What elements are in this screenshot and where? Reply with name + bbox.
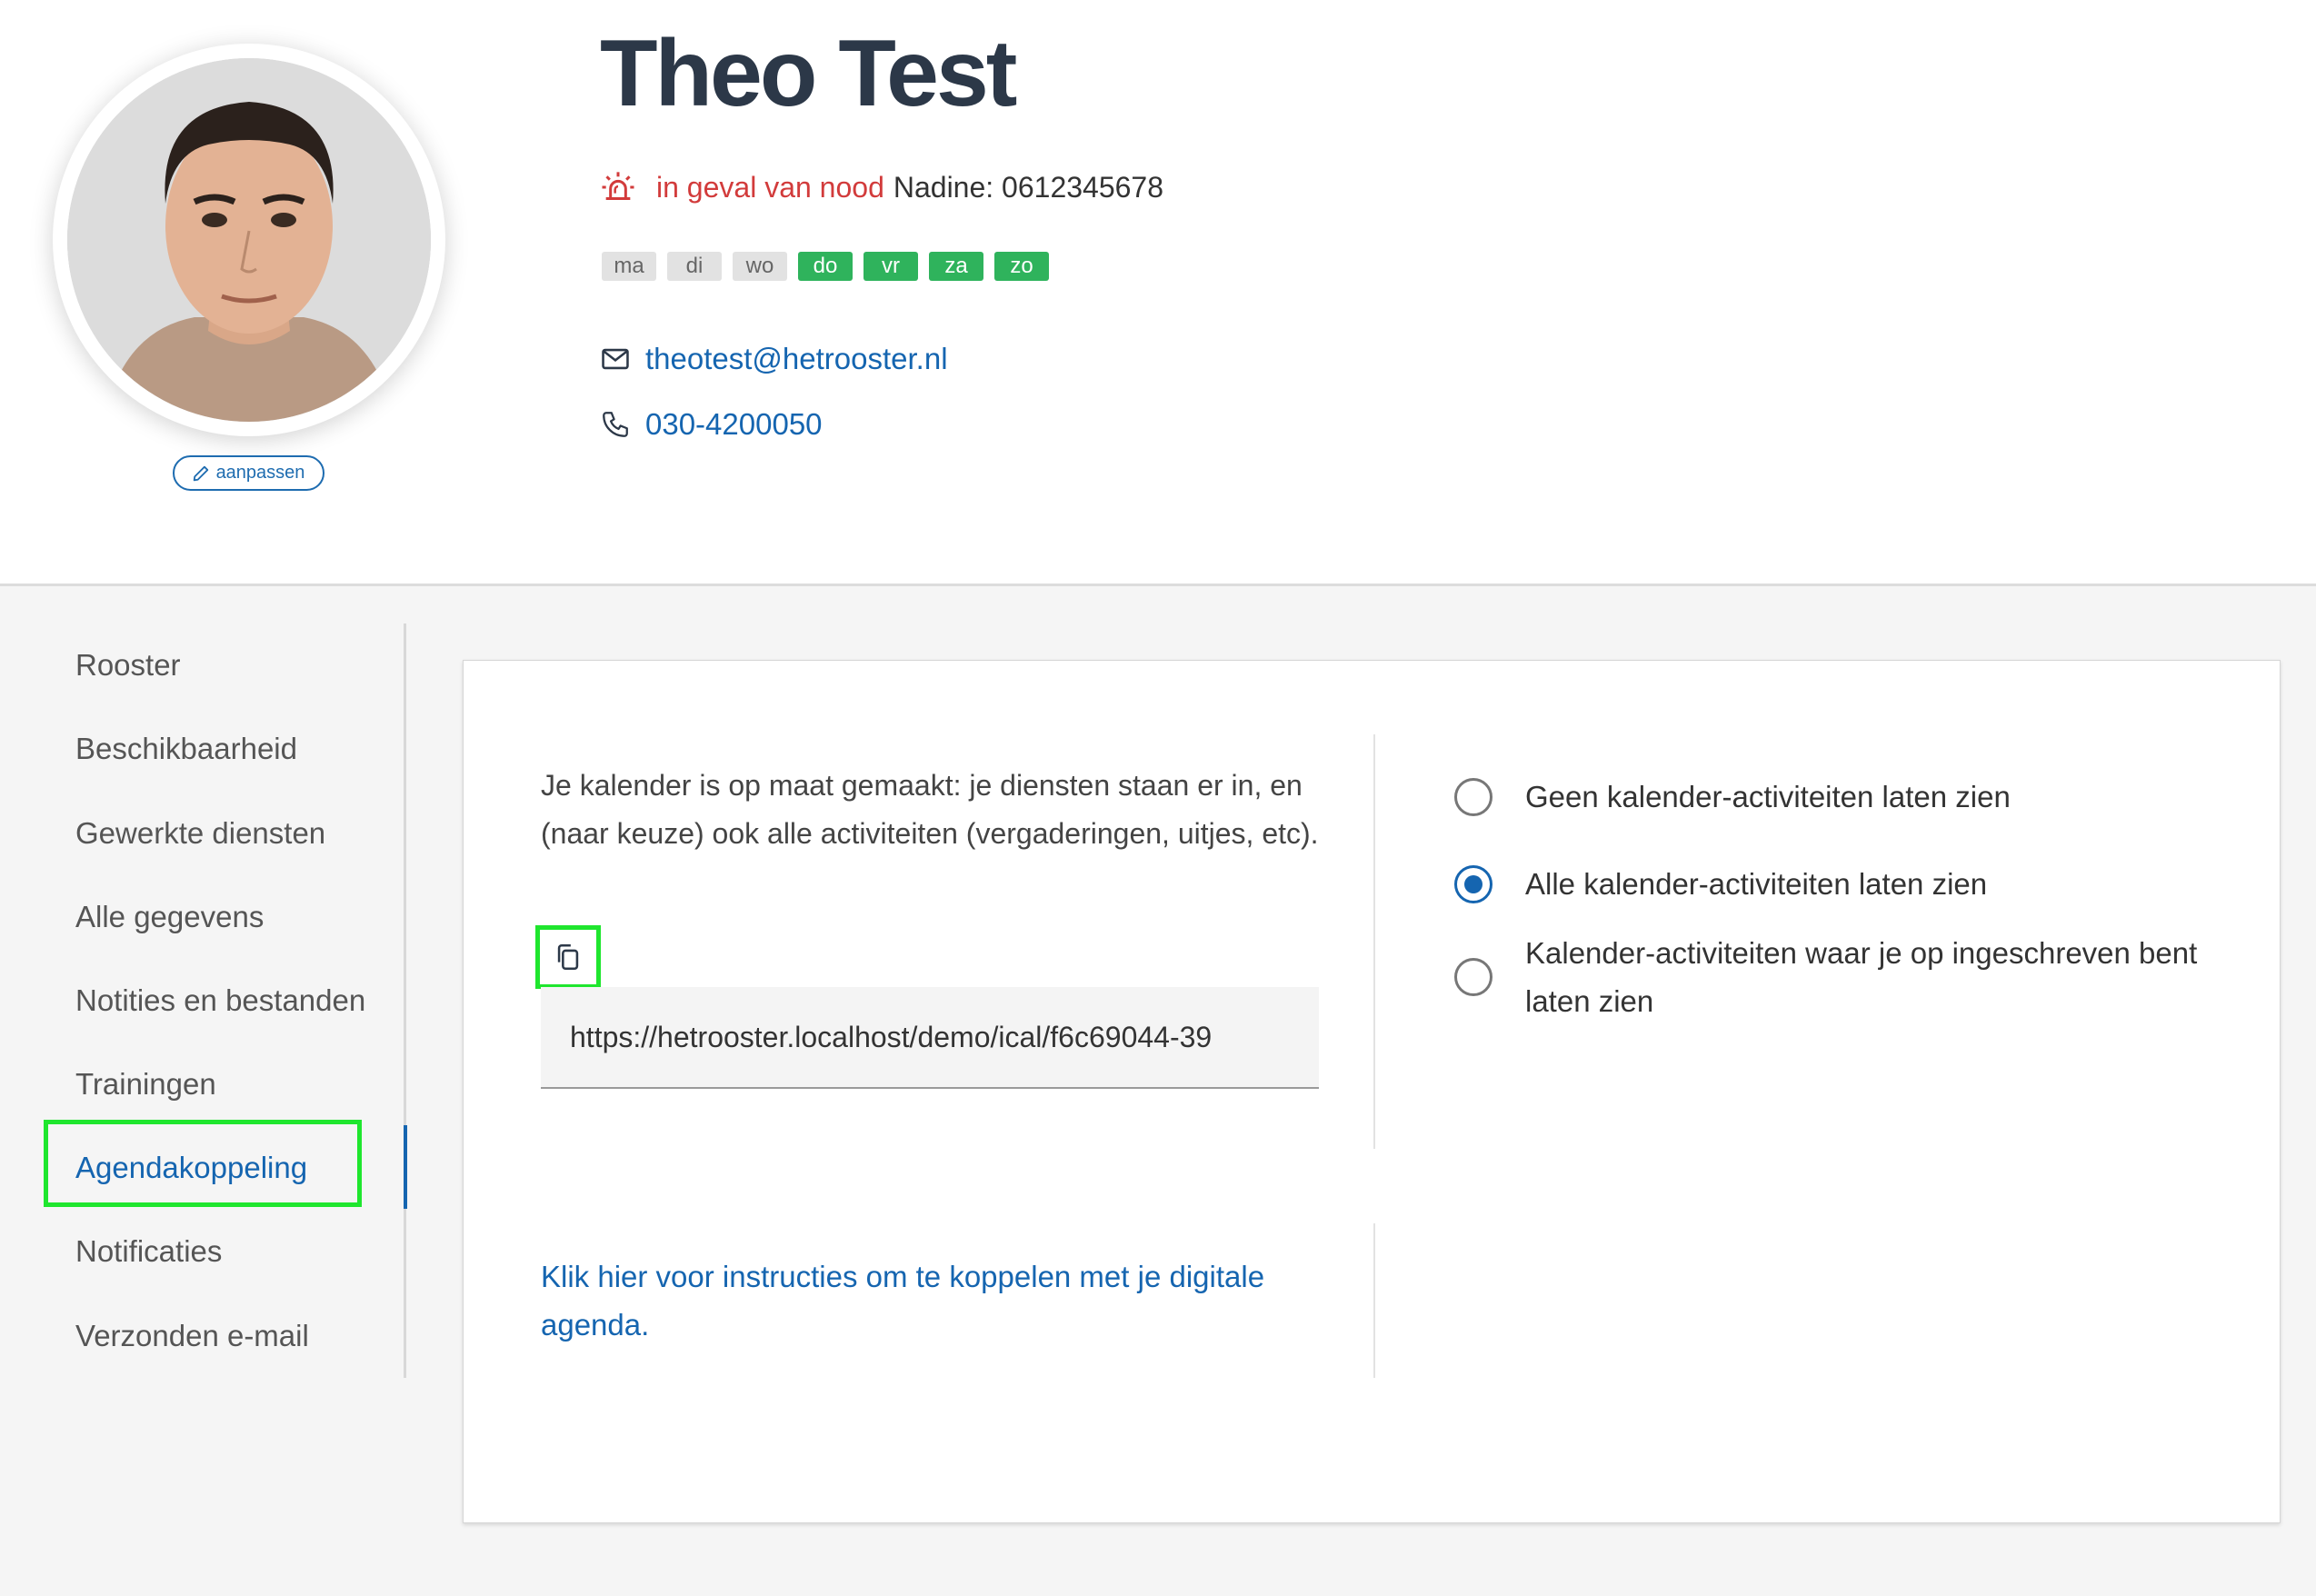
- option-no-activities[interactable]: Geen kalender-activiteiten laten zien: [1454, 773, 2216, 821]
- day-badge-wo: wo: [733, 252, 787, 281]
- day-badge-do: do: [798, 252, 853, 281]
- ical-url-field[interactable]: [541, 987, 1319, 1089]
- sidebar-item-alle-gegevens[interactable]: Alle gegevens: [75, 896, 264, 938]
- copy-url-button[interactable]: [535, 925, 601, 989]
- email-link[interactable]: theotest@hetrooster.nl: [645, 342, 948, 376]
- day-badge-zo: zo: [994, 252, 1049, 281]
- sidebar-item-notificaties[interactable]: Notificaties: [75, 1231, 222, 1272]
- sidebar-divider: [404, 623, 406, 1378]
- day-badge-vr: vr: [864, 252, 918, 281]
- phone-row: 030-4200050: [600, 405, 823, 444]
- day-badge-ma: ma: [602, 252, 656, 281]
- edit-avatar-label: aanpassen: [215, 463, 305, 483]
- sidebar-item-beschikbaarheid[interactable]: Beschikbaarheid: [75, 728, 297, 770]
- envelope-icon: [602, 348, 629, 370]
- avatar-frame: [53, 44, 445, 436]
- sidebar-item-notities-en-bestanden[interactable]: Notities en bestanden: [75, 980, 365, 1022]
- radio-registered-activities[interactable]: [1454, 958, 1492, 996]
- option-label: Geen kalender-activiteiten laten zien: [1525, 780, 2011, 813]
- sidebar-item-verzonden-e-mail[interactable]: Verzonden e-mail: [75, 1315, 309, 1357]
- pencil-icon: [193, 465, 208, 481]
- emergency-label: in geval van nood: [656, 170, 884, 204]
- emergency-contact: in geval van nood Nadine: 0612345678: [600, 169, 1163, 205]
- sidebar-item-trainingen[interactable]: Trainingen: [75, 1063, 216, 1105]
- panel-divider: [1373, 734, 1375, 1149]
- active-indicator: [404, 1125, 407, 1209]
- profile-header: aanpassen Theo Test in geval van nood Na…: [0, 0, 2316, 586]
- phone-icon: [603, 412, 628, 437]
- phone-link[interactable]: 030-4200050: [645, 407, 823, 442]
- avatar: [67, 58, 431, 422]
- sidebar-item-rooster[interactable]: Rooster: [75, 644, 181, 686]
- radio-no-activities[interactable]: [1454, 777, 1492, 816]
- siren-icon: [602, 172, 634, 200]
- avatar-image: [67, 58, 431, 422]
- email-row: theotest@hetrooster.nl: [600, 340, 948, 378]
- calendar-description: Je kalender is op maat gemaakt: je diens…: [541, 769, 1319, 850]
- panel-divider-lower: [1373, 1223, 1375, 1378]
- copy-icon: [557, 943, 579, 971]
- option-registered-activities[interactable]: Kalender-activiteiten waar je op ingesch…: [1454, 929, 2216, 1025]
- option-label: Alle kalender-activiteiten laten zien: [1525, 867, 1988, 901]
- day-badge-za: za: [929, 252, 983, 281]
- instructions-link[interactable]: Klik hier voor instructies om te koppele…: [541, 1252, 1341, 1349]
- work-days: ma di wo do vr za zo: [602, 252, 1049, 281]
- profile-name: Theo Test: [600, 21, 1017, 126]
- sidebar-item-gewerkte-diensten[interactable]: Gewerkte diensten: [75, 813, 325, 854]
- option-label: Kalender-activiteiten waar je op ingesch…: [1525, 936, 2198, 1018]
- selection-highlight: [44, 1120, 362, 1207]
- day-badge-di: di: [667, 252, 722, 281]
- radio-all-activities[interactable]: [1454, 864, 1492, 903]
- edit-avatar-button[interactable]: aanpassen: [173, 455, 324, 491]
- option-all-activities[interactable]: Alle kalender-activiteiten laten zien: [1454, 860, 2216, 908]
- emergency-contact-value: Nadine: 0612345678: [893, 170, 1164, 204]
